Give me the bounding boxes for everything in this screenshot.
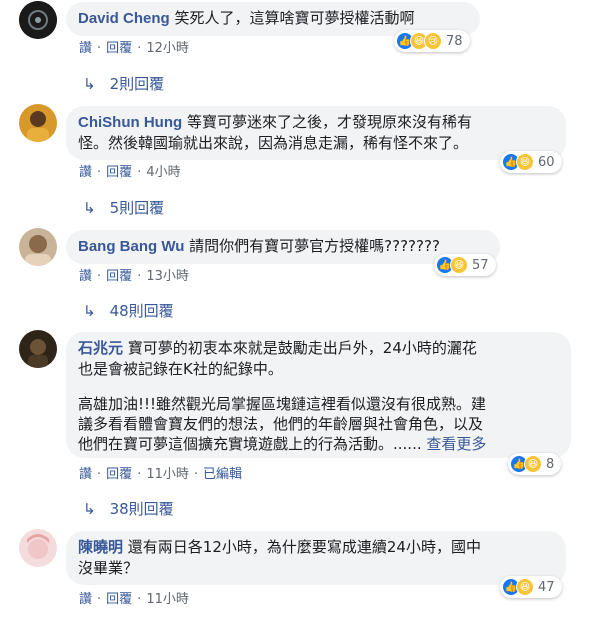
avatar-image bbox=[19, 104, 57, 142]
comment-text: 寶可夢的初衷本來就是鼓勵走出戶外，24小時的灑花 bbox=[127, 339, 477, 357]
replies-count[interactable]: 38則回覆 bbox=[110, 500, 174, 518]
reactions-summary[interactable]: 👍 😆 😢 78 bbox=[394, 30, 470, 52]
comment-actions: 讚 · 回覆 · 12小時 bbox=[79, 41, 189, 56]
comment-text: 他們在寶可夢這個擴充實境遊戲上的行為活動。...... bbox=[78, 435, 422, 453]
edited-link[interactable]: 已編輯 bbox=[203, 467, 242, 482]
reply-link[interactable]: 回覆 bbox=[106, 165, 132, 180]
comment-text: 請問你們有寶可夢官方授權嗎??????? bbox=[189, 237, 440, 255]
comment-text: 沒畢業？ bbox=[78, 559, 139, 577]
reactions-summary[interactable]: 👍 😆 47 bbox=[500, 576, 562, 598]
comment-author[interactable]: 石兆元 bbox=[78, 340, 123, 357]
like-link[interactable]: 讚 bbox=[79, 41, 92, 56]
reply-arrow-icon: ↳ bbox=[83, 75, 96, 93]
comment-text: 也是會被記錄在K社的紀錄中。 bbox=[78, 360, 283, 378]
comment-actions: 讚 · 回覆 · 4小時 bbox=[79, 165, 181, 180]
avatar[interactable] bbox=[19, 1, 57, 39]
comment-bubble: 陳曉明 還有兩日各12小時，為什麼要寫成連續24小時，國中 沒畢業？ bbox=[66, 531, 566, 585]
view-replies-link[interactable]: ↳ 5則回覆 bbox=[83, 198, 164, 218]
haha-icon: 😆 bbox=[450, 256, 468, 274]
like-link[interactable]: 讚 bbox=[79, 467, 92, 482]
view-replies-link[interactable]: ↳ 2則回覆 bbox=[83, 74, 164, 94]
comment-author[interactable]: David Cheng bbox=[78, 10, 170, 27]
avatar-image bbox=[19, 1, 57, 39]
reaction-count: 60 bbox=[538, 154, 555, 170]
replies-count[interactable]: 48則回覆 bbox=[110, 302, 174, 320]
avatar[interactable] bbox=[19, 330, 57, 368]
replies-count[interactable]: 5則回覆 bbox=[110, 199, 165, 217]
reactions-summary[interactable]: 👍 😆 8 bbox=[508, 453, 562, 475]
reply-arrow-icon: ↳ bbox=[83, 302, 96, 320]
comment-author[interactable]: ChiShun Hung bbox=[78, 114, 182, 131]
reaction-count: 47 bbox=[538, 579, 555, 595]
avatar[interactable] bbox=[19, 228, 57, 266]
reactions-summary[interactable]: 👍 😆 60 bbox=[500, 151, 562, 173]
reply-link[interactable]: 回覆 bbox=[106, 41, 132, 56]
avatar[interactable] bbox=[19, 104, 57, 142]
timestamp[interactable]: 11小時 bbox=[146, 467, 189, 482]
comment-text: 笑死人了，這算啥寶可夢授權活動啊 bbox=[174, 9, 415, 27]
comment-author[interactable]: 陳曉明 bbox=[78, 539, 123, 556]
avatar-image bbox=[19, 529, 57, 567]
sad-icon: 😢 bbox=[424, 32, 442, 50]
comment-actions: 讚 · 回覆 · 11小時 · 已編輯 bbox=[79, 467, 243, 482]
comment-text: 怪。然後韓國瑜就出來說，因為消息走漏，稀有怪不來了。 bbox=[78, 134, 469, 152]
reaction-count: 57 bbox=[472, 257, 489, 273]
avatar-image bbox=[19, 228, 57, 266]
reactions-summary[interactable]: 👍 😆 57 bbox=[434, 254, 496, 276]
comment-actions: 讚 · 回覆 · 11小時 bbox=[79, 592, 189, 607]
timestamp[interactable]: 13小時 bbox=[146, 269, 189, 284]
haha-icon: 😆 bbox=[524, 455, 542, 473]
comment-text: 議多看看體會寶友們的想法，他們的年齡層與社會角色，以及 bbox=[78, 415, 484, 433]
replies-count[interactable]: 2則回覆 bbox=[110, 75, 165, 93]
reply-link[interactable]: 回覆 bbox=[106, 592, 132, 607]
view-replies-link[interactable]: ↳ 38則回覆 bbox=[83, 499, 174, 519]
comment-bubble: 石兆元 寶可夢的初衷本來就是鼓勵走出戶外，24小時的灑花 也是會被記錄在K社的紀… bbox=[66, 332, 571, 458]
reply-arrow-icon: ↳ bbox=[83, 500, 96, 518]
comment-author[interactable]: Bang Bang Wu bbox=[78, 238, 184, 255]
like-link[interactable]: 讚 bbox=[79, 592, 92, 607]
like-link[interactable]: 讚 bbox=[79, 269, 92, 284]
haha-icon: 😆 bbox=[516, 153, 534, 171]
comment-text: 高雄加油!!!雖然觀光局掌握區塊鏈這裡看似還沒有很成熟。建 bbox=[78, 395, 487, 413]
view-replies-link[interactable]: ↳ 48則回覆 bbox=[83, 301, 174, 321]
reply-link[interactable]: 回覆 bbox=[106, 467, 132, 482]
timestamp[interactable]: 4小時 bbox=[146, 165, 180, 180]
avatar[interactable] bbox=[19, 529, 57, 567]
timestamp[interactable]: 11小時 bbox=[146, 592, 189, 607]
comment-text: 等寶可夢迷來了之後，才發現原來沒有稀有 bbox=[186, 113, 472, 131]
reaction-count: 78 bbox=[446, 33, 463, 49]
see-more-link[interactable]: 查看更多 bbox=[426, 435, 486, 453]
avatar-image bbox=[19, 330, 57, 368]
timestamp[interactable]: 12小時 bbox=[146, 41, 189, 56]
haha-icon: 😆 bbox=[516, 578, 534, 596]
comment-text: 還有兩日各12小時，為什麼要寫成連續24小時，國中 bbox=[127, 538, 481, 556]
reaction-count: 8 bbox=[546, 456, 555, 472]
comment-bubble: ChiShun Hung 等寶可夢迷來了之後，才發現原來沒有稀有 怪。然後韓國瑜… bbox=[66, 106, 566, 160]
reply-arrow-icon: ↳ bbox=[83, 199, 96, 217]
like-link[interactable]: 讚 bbox=[79, 165, 92, 180]
reply-link[interactable]: 回覆 bbox=[106, 269, 132, 284]
comment-actions: 讚 · 回覆 · 13小時 bbox=[79, 269, 189, 284]
